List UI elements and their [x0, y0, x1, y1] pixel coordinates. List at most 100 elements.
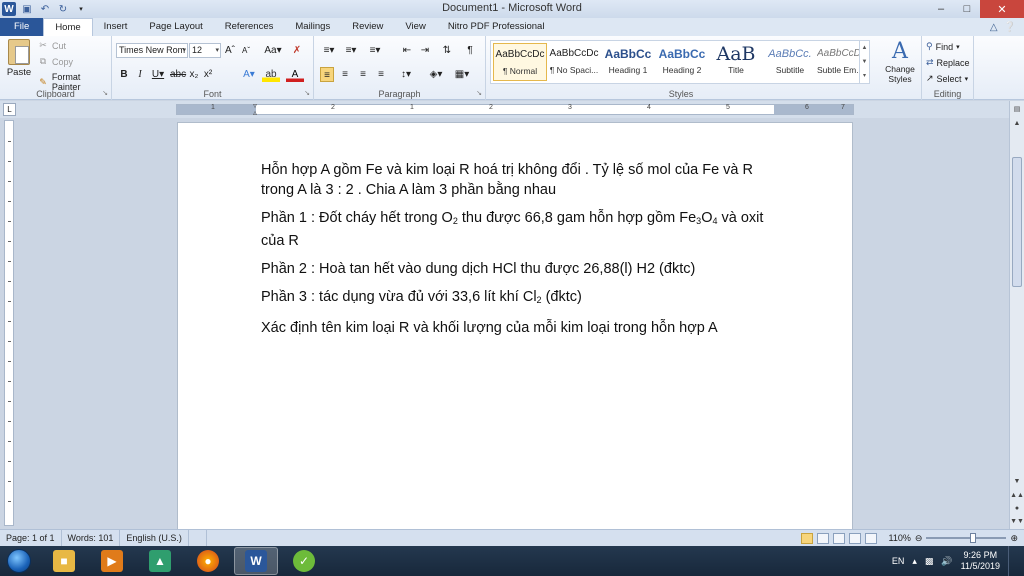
tab-references[interactable]: References — [214, 18, 285, 36]
bullets-button[interactable]: ≡▾ — [320, 43, 338, 58]
paste-button[interactable]: Paste — [4, 39, 34, 78]
show-marks-button[interactable]: ¶ — [464, 43, 476, 58]
increase-indent-button[interactable]: ⇥ — [418, 43, 432, 58]
subscript-button[interactable]: x₂ — [188, 67, 200, 82]
document-body[interactable]: Hỗn hợp A gồm Fe và kim loại R hoá trị k… — [261, 160, 781, 346]
language-status[interactable]: English (U.S.) — [120, 529, 189, 547]
dialog-launcher-icon[interactable]: ↘ — [476, 89, 482, 97]
clock[interactable]: 9:26 PM 11/5/2019 — [961, 550, 1000, 572]
minimize-ribbon-icon[interactable]: △ — [990, 22, 998, 33]
start-button[interactable] — [0, 546, 38, 576]
style-title[interactable]: AaB Title — [709, 43, 763, 81]
input-language[interactable]: EN — [892, 556, 905, 566]
tab-mailings[interactable]: Mailings — [284, 18, 341, 36]
tab-home[interactable]: Home — [43, 18, 93, 36]
style-subtle-emphasis[interactable]: AaBbCcDc Subtle Em... — [817, 43, 859, 81]
save-icon[interactable]: ▣ — [20, 2, 34, 16]
tab-file[interactable]: File — [0, 18, 44, 36]
text-effects-button[interactable]: A▾ — [240, 67, 258, 82]
zoom-level[interactable]: 110% — [889, 533, 911, 543]
decrease-indent-button[interactable]: ⇤ — [400, 43, 414, 58]
taskbar-app-green[interactable]: ▲ — [138, 547, 182, 575]
previous-page-icon[interactable]: ▲▲ — [1010, 489, 1024, 502]
maximize-button[interactable]: □ — [954, 0, 980, 18]
dialog-launcher-icon[interactable]: ↘ — [304, 89, 310, 97]
change-case-button[interactable]: Aa▾ — [264, 43, 282, 58]
style-heading-2[interactable]: AaBbCc Heading 2 — [655, 43, 709, 81]
zoom-in-icon[interactable]: ⊕ — [1010, 533, 1018, 544]
tab-nitro-pdf[interactable]: Nitro PDF Professional — [437, 18, 556, 36]
tray-expand-icon[interactable]: ▴ — [912, 556, 917, 567]
shrink-font-button[interactable]: Aˇ — [240, 43, 252, 58]
gallery-scroll[interactable]: ▲ ▼ ▾ — [859, 41, 869, 83]
minimize-button[interactable]: – — [928, 0, 954, 18]
font-name-box[interactable]: Times New Rom ▾ — [116, 43, 188, 58]
shading-button[interactable]: ◈▾ — [426, 67, 446, 82]
tab-page-layout[interactable]: Page Layout — [138, 18, 213, 36]
sort-button[interactable]: ⇅ — [440, 43, 454, 58]
style-heading-1[interactable]: AaBbCc Heading 1 — [601, 43, 655, 81]
macro-icon[interactable] — [189, 529, 207, 547]
style-subtitle[interactable]: AaBbCc. Subtitle — [763, 43, 817, 81]
align-right-button[interactable]: ≡ — [356, 67, 370, 82]
draft-icon[interactable] — [864, 532, 877, 544]
taskbar-media-player[interactable]: ▶ — [90, 547, 134, 575]
close-button[interactable]: ✕ — [980, 0, 1024, 18]
full-screen-reading-icon[interactable] — [816, 532, 829, 544]
zoom-out-icon[interactable]: ⊖ — [915, 533, 923, 544]
bold-button[interactable]: B — [118, 67, 130, 82]
dialog-launcher-icon[interactable]: ↘ — [102, 89, 108, 97]
justify-button[interactable]: ≡ — [374, 67, 388, 82]
taskbar-explorer[interactable]: ■ — [42, 547, 86, 575]
change-styles-button[interactable]: A Change Styles — [880, 40, 920, 85]
strikethrough-button[interactable]: abc — [170, 67, 186, 82]
word-logo-icon[interactable]: W — [2, 2, 16, 16]
undo-icon[interactable]: ↶ — [38, 2, 52, 16]
taskbar-firefox[interactable]: ● — [186, 547, 230, 575]
align-center-button[interactable]: ≡ — [338, 67, 352, 82]
help-icon[interactable]: ❔ — [1004, 22, 1016, 33]
find-button[interactable]: ⚲ Find ▾ — [926, 41, 960, 52]
outline-icon[interactable] — [848, 532, 861, 544]
borders-button[interactable]: ▦▾ — [452, 67, 472, 82]
tab-view[interactable]: View — [394, 18, 436, 36]
next-page-icon[interactable]: ▼▼ — [1010, 515, 1024, 528]
indent-marker[interactable]: ▿ ▵ — [253, 102, 261, 117]
ruler-toggle-icon[interactable]: ▤ — [1010, 103, 1024, 116]
font-color-button[interactable]: A — [286, 67, 304, 82]
font-size-box[interactable]: 12 ▾ — [189, 43, 221, 58]
select-button[interactable]: ↗ Select ▾ — [926, 73, 968, 84]
align-left-button[interactable]: ≡ — [320, 67, 334, 82]
line-spacing-button[interactable]: ↕▾ — [396, 67, 416, 82]
customize-qat-icon[interactable]: ▾ — [74, 2, 88, 16]
clear-formatting-button[interactable]: ✗ — [290, 43, 304, 58]
multilevel-list-button[interactable]: ≡▾ — [364, 43, 386, 58]
italic-button[interactable]: I — [134, 67, 146, 82]
browse-object-icon[interactable]: ● — [1010, 502, 1024, 515]
style-normal[interactable]: AaBbCcDc ¶ Normal — [493, 43, 547, 81]
volume-icon[interactable]: 🔊 — [941, 556, 952, 567]
zoom-slider[interactable] — [926, 533, 1007, 543]
highlight-button[interactable]: ab — [262, 67, 280, 82]
word-count[interactable]: Words: 101 — [62, 529, 121, 547]
grow-font-button[interactable]: Aˆ — [224, 43, 236, 58]
page-count[interactable]: Page: 1 of 1 — [0, 529, 62, 547]
superscript-button[interactable]: x² — [202, 67, 214, 82]
vertical-ruler[interactable] — [4, 120, 14, 526]
copy-button[interactable]: ⧉ Copy — [38, 56, 73, 67]
taskbar-unikey[interactable]: ✓ — [282, 547, 326, 575]
document-page[interactable]: Hỗn hợp A gồm Fe và kim loại R hoá trị k… — [177, 122, 853, 529]
scroll-up-arrow[interactable]: ▲ — [1010, 117, 1024, 130]
cut-button[interactable]: ✂ Cut — [38, 40, 66, 51]
web-layout-icon[interactable] — [832, 532, 845, 544]
vertical-scrollbar[interactable]: ▤ ▲ ▼ ▲▲ ● ▼▼ — [1009, 101, 1024, 529]
tab-insert[interactable]: Insert — [93, 18, 139, 36]
tab-review[interactable]: Review — [341, 18, 394, 36]
style-no-spacing[interactable]: AaBbCcDc ¶ No Spaci... — [547, 43, 601, 81]
scrollbar-thumb[interactable] — [1012, 157, 1022, 287]
redo-icon[interactable]: ↻ — [56, 2, 70, 16]
show-desktop-button[interactable] — [1008, 546, 1018, 576]
replace-button[interactable]: ⇄ Replace — [926, 57, 970, 68]
scroll-down-arrow[interactable]: ▼ — [1010, 475, 1024, 488]
print-layout-icon[interactable] — [800, 532, 813, 544]
